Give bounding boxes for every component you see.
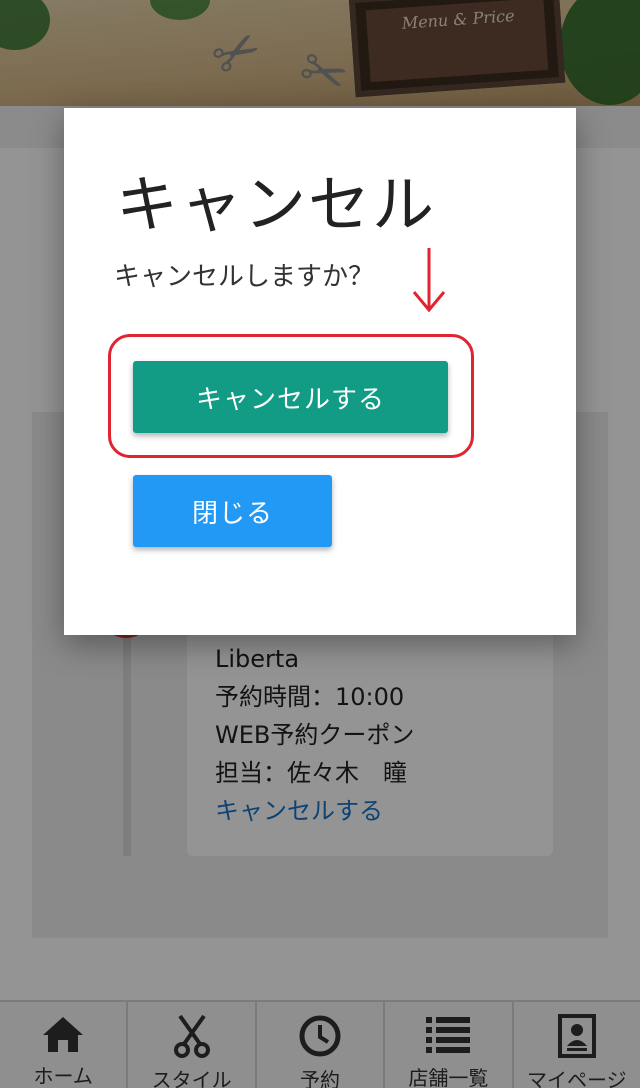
annotation-arrow-icon xyxy=(412,248,446,313)
confirm-cancel-button[interactable]: キャンセルする xyxy=(133,361,448,433)
cancel-dialog: キャンセル キャンセルしますか？ キャンセルする 閉じる xyxy=(64,108,576,635)
close-button[interactable]: 閉じる xyxy=(133,475,332,547)
dialog-title: キャンセル xyxy=(116,168,437,241)
dialog-message: キャンセルしますか？ xyxy=(114,262,375,292)
